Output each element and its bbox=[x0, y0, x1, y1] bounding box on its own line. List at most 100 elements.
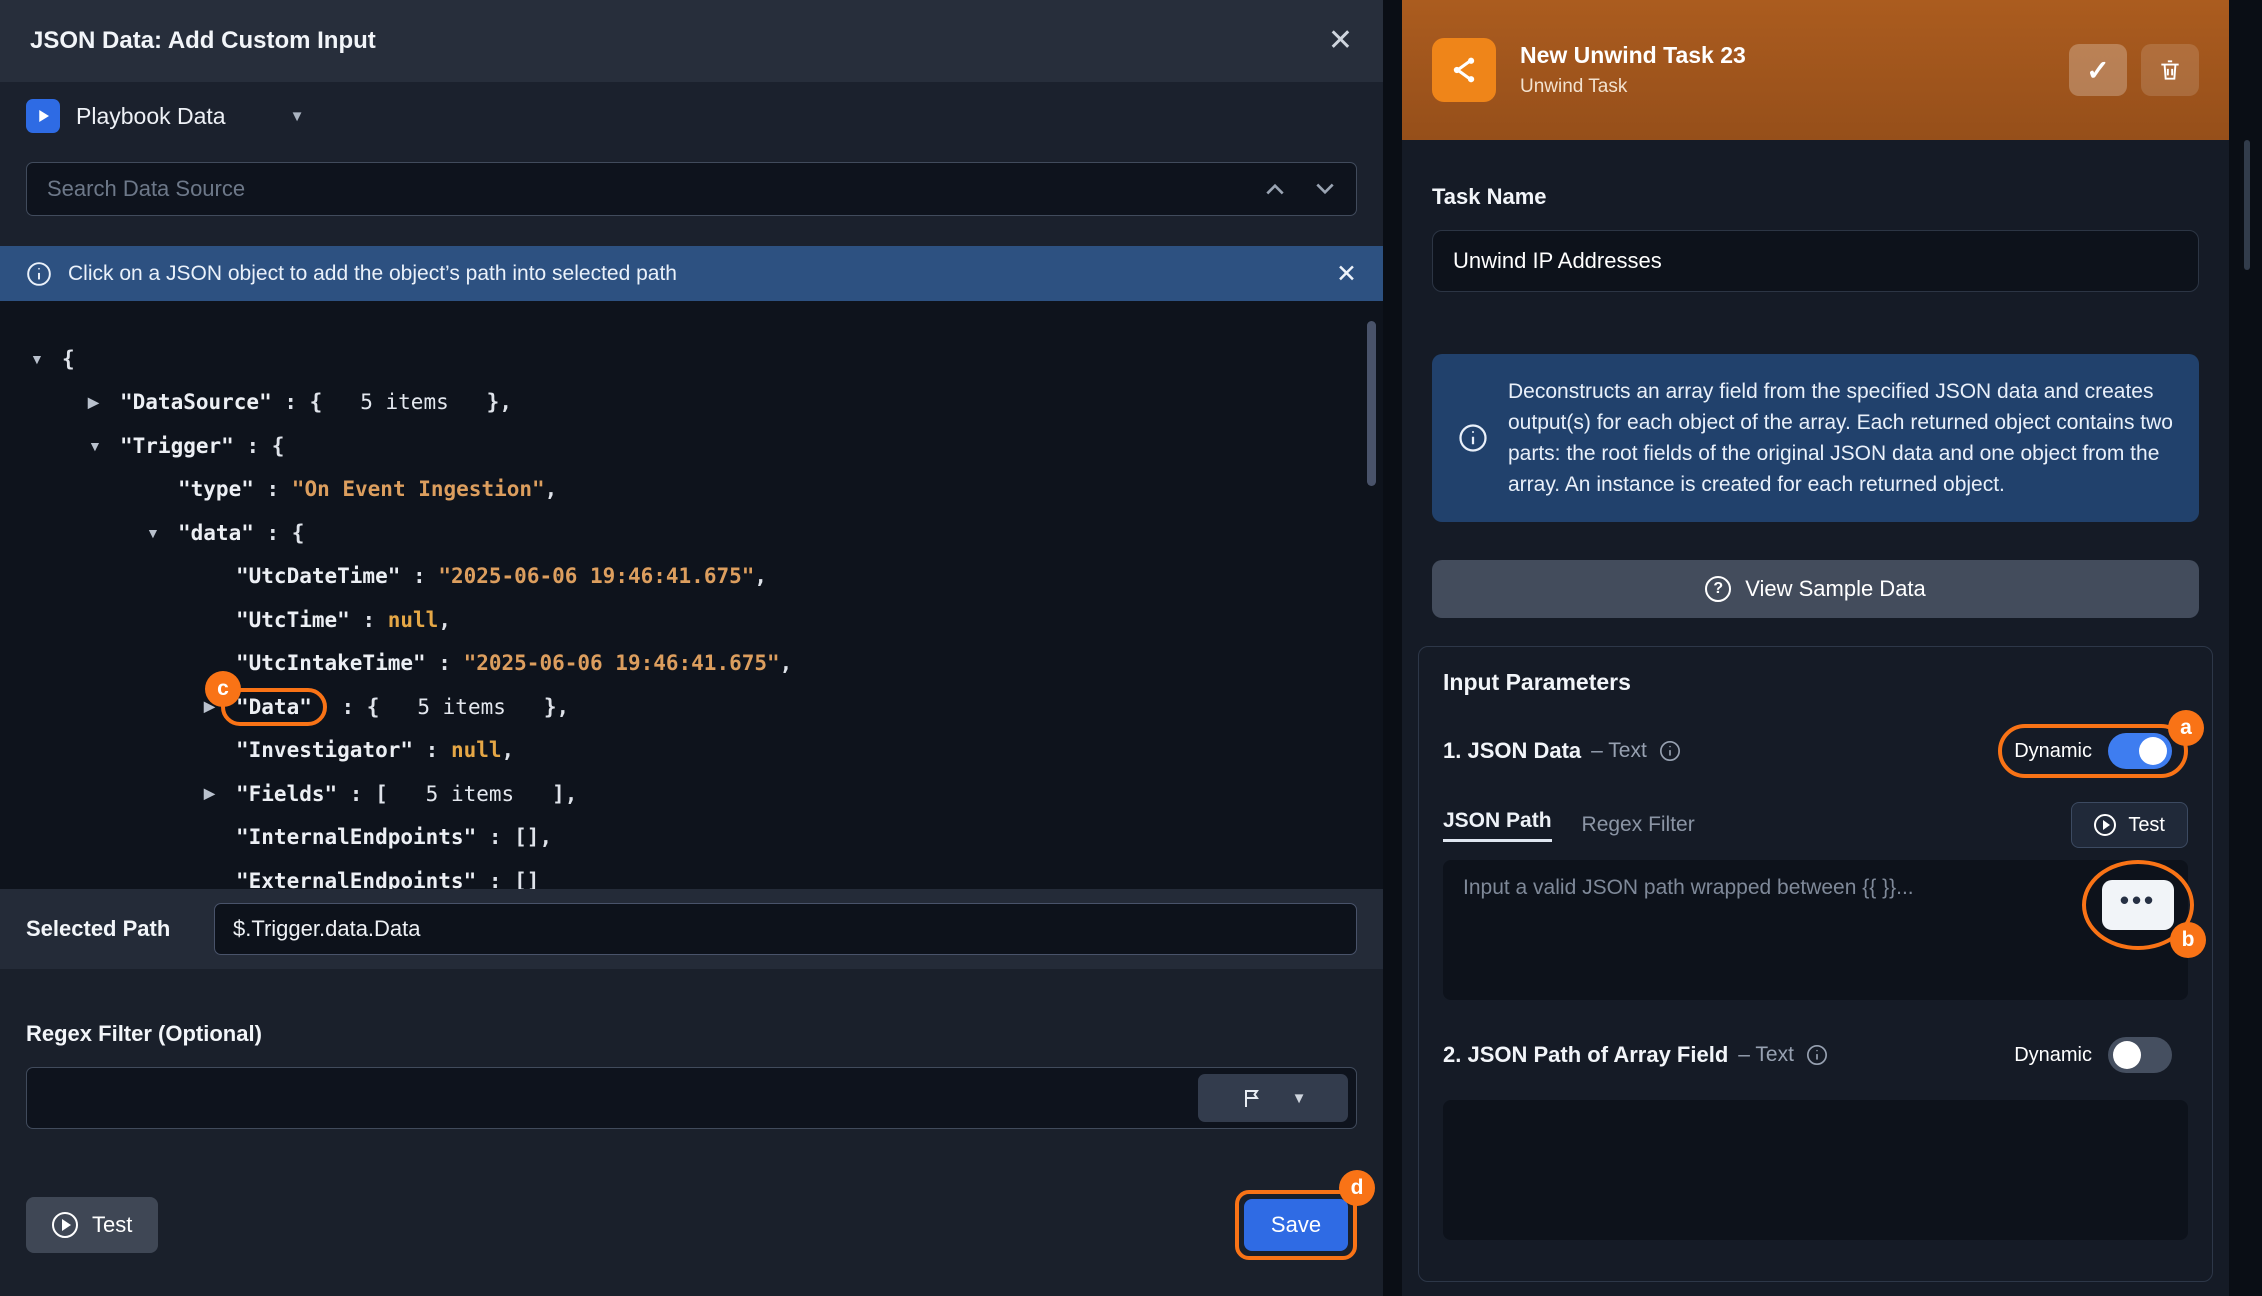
json-token: "Trigger" bbox=[120, 434, 234, 458]
json-tree-line[interactable]: ▼"Trigger" : { bbox=[0, 424, 1383, 468]
expand-editor-button[interactable]: ••• bbox=[2102, 880, 2174, 930]
info-icon[interactable] bbox=[1659, 740, 1681, 762]
json-token: : bbox=[400, 564, 438, 588]
dynamic-label: Dynamic bbox=[2014, 740, 2092, 763]
json-token: [ bbox=[375, 782, 426, 806]
json-token: [], bbox=[514, 825, 552, 849]
json-token: "Data" bbox=[236, 695, 312, 719]
dialog-actions: Test Save d bbox=[26, 1190, 1357, 1260]
collapse-icon[interactable]: ▼ bbox=[146, 525, 160, 541]
selected-path-bar: Selected Path bbox=[0, 889, 1383, 969]
annotation-badge-a: a bbox=[2168, 710, 2204, 746]
json-token: "On Event Ingestion" bbox=[292, 477, 545, 501]
json-tree-line[interactable]: ▶"Fields" : [ 5 items ], bbox=[0, 772, 1383, 816]
json-token: { bbox=[310, 390, 361, 414]
json-token: : bbox=[476, 869, 514, 889]
task-titles: New Unwind Task 23 Unwind Task bbox=[1520, 42, 1746, 98]
regex-filter-label: Regex Filter (Optional) bbox=[26, 1021, 1357, 1047]
json-token: : bbox=[329, 695, 367, 719]
save-button[interactable]: Save bbox=[1244, 1199, 1348, 1251]
playbook-icon bbox=[26, 99, 60, 133]
annotation-badge-d: d bbox=[1339, 1170, 1375, 1206]
data-source-selector[interactable]: Playbook Data ▼ bbox=[0, 82, 1383, 150]
json-tree-line[interactable]: "type" : "On Event Ingestion", bbox=[0, 468, 1383, 512]
scrollbar-thumb[interactable] bbox=[2244, 140, 2250, 270]
test-button-label: Test bbox=[92, 1212, 132, 1238]
check-icon: ✓ bbox=[2086, 54, 2109, 87]
view-sample-data-button[interactable]: ? View Sample Data bbox=[1432, 560, 2199, 618]
task-description-box: Deconstructs an array field from the spe… bbox=[1432, 354, 2199, 522]
tab-regex-filter[interactable]: Regex Filter bbox=[1582, 813, 1695, 837]
search-input[interactable] bbox=[47, 176, 1236, 202]
json-data-dialog: JSON Data: Add Custom Input ✕ Playbook D… bbox=[0, 0, 1383, 1296]
json-token: "data" bbox=[178, 521, 254, 545]
data-source-label: Playbook Data bbox=[76, 103, 226, 130]
json-token: null bbox=[388, 608, 439, 632]
json-token: { bbox=[62, 347, 75, 371]
dynamic-toggle[interactable] bbox=[2108, 733, 2172, 769]
task-body: Task Name Deconstructs an array field fr… bbox=[1402, 140, 2229, 1296]
unwind-task-icon bbox=[1432, 38, 1496, 102]
chevron-up-icon[interactable] bbox=[1264, 182, 1286, 196]
info-icon bbox=[1458, 423, 1488, 453]
json-token: "DataSource" bbox=[120, 390, 272, 414]
json-tree-line[interactable]: ▼"data" : { bbox=[0, 511, 1383, 555]
json-token: "Investigator" bbox=[236, 738, 413, 762]
task-name-input[interactable] bbox=[1432, 230, 2199, 292]
banner-close-icon[interactable]: ✕ bbox=[1336, 259, 1357, 289]
param-1-name: 1. JSON Data bbox=[1443, 738, 1581, 764]
search-box bbox=[26, 162, 1357, 216]
regex-filter-input[interactable] bbox=[45, 1085, 1198, 1111]
confirm-button[interactable]: ✓ bbox=[2069, 44, 2127, 96]
expand-icon[interactable]: ▶ bbox=[88, 394, 99, 411]
delete-button[interactable] bbox=[2141, 44, 2199, 96]
info-banner-text: Click on a JSON object to add the object… bbox=[68, 262, 677, 286]
json-token: , bbox=[545, 477, 558, 501]
param-test-button[interactable]: Test bbox=[2071, 802, 2188, 848]
chevron-down-icon[interactable] bbox=[1314, 182, 1336, 196]
json-path-input[interactable] bbox=[1443, 860, 2188, 1000]
json-token: , bbox=[502, 738, 515, 762]
info-icon[interactable] bbox=[1806, 1044, 1828, 1066]
expand-icon[interactable]: ▶ bbox=[204, 785, 215, 802]
json-token: : bbox=[350, 608, 388, 632]
json-token: : bbox=[413, 738, 451, 762]
chevron-down-icon[interactable]: ▼ bbox=[290, 108, 305, 125]
json-tree-line[interactable]: "Investigator" : null, bbox=[0, 729, 1383, 773]
param-1-header: 1. JSON Data – Text Dynamic a bbox=[1443, 724, 2188, 778]
dynamic-toggle[interactable] bbox=[2108, 1037, 2172, 1073]
json-token: "UtcDateTime" bbox=[236, 564, 400, 588]
json-token: 5 items bbox=[426, 782, 515, 806]
json-tree-line[interactable]: "UtcTime" : null, bbox=[0, 598, 1383, 642]
dialog-footer: Regex Filter (Optional) ▼ Test Save d bbox=[0, 969, 1383, 1296]
json-tree-line[interactable]: ▶"Data"c : { 5 items }, bbox=[0, 685, 1383, 729]
task-name-label: Task Name bbox=[1432, 184, 2199, 210]
selected-path-input[interactable] bbox=[214, 903, 1357, 955]
param-test-label: Test bbox=[2128, 814, 2165, 837]
json-tree-line[interactable]: "InternalEndpoints" : [], bbox=[0, 816, 1383, 860]
test-button[interactable]: Test bbox=[26, 1197, 158, 1253]
annotation-ring-d-wrap: Save d bbox=[1235, 1190, 1357, 1260]
json-tree: ▼{▶"DataSource" : { 5 items },▼"Trigger"… bbox=[0, 301, 1383, 889]
annotation-ring-a: Dynamic a bbox=[1998, 724, 2188, 778]
collapse-icon[interactable]: ▼ bbox=[88, 438, 102, 454]
array-field-path-input[interactable] bbox=[1443, 1100, 2188, 1240]
json-token: "2025-06-06 19:46:41.675" bbox=[438, 564, 754, 588]
json-tree-line[interactable]: "ExternalEndpoints" : [] bbox=[0, 859, 1383, 889]
close-icon[interactable]: ✕ bbox=[1328, 26, 1353, 56]
collapse-icon[interactable]: ▼ bbox=[30, 351, 44, 367]
param-2-dynamic: Dynamic bbox=[1998, 1028, 2188, 1082]
selected-path-label: Selected Path bbox=[26, 916, 214, 942]
tab-json-path[interactable]: JSON Path bbox=[1443, 809, 1552, 842]
regex-flags-button[interactable]: ▼ bbox=[1198, 1074, 1348, 1122]
input-parameters-heading: Input Parameters bbox=[1443, 669, 2188, 696]
json-token: "InternalEndpoints" bbox=[236, 825, 476, 849]
json-tree-line[interactable]: "UtcDateTime" : "2025-06-06 19:46:41.675… bbox=[0, 555, 1383, 599]
json-token: : bbox=[254, 477, 292, 501]
json-tree-line[interactable]: ▶"DataSource" : { 5 items }, bbox=[0, 381, 1383, 425]
json-token: null bbox=[451, 738, 502, 762]
annotation-ring-d: Save bbox=[1235, 1190, 1357, 1260]
annotation-badge-b: b bbox=[2170, 922, 2206, 958]
regex-filter-box: ▼ bbox=[26, 1067, 1357, 1129]
json-tree-line[interactable]: ▼{ bbox=[0, 337, 1383, 381]
